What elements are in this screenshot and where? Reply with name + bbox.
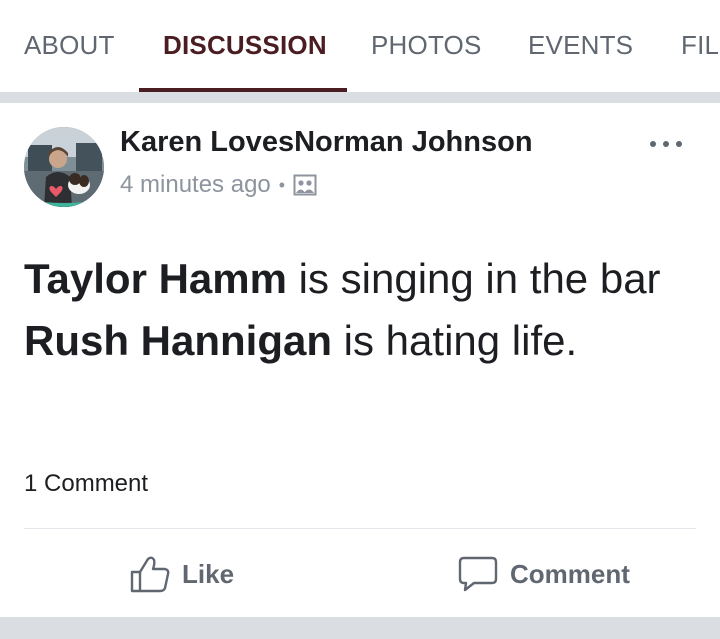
tab-events[interactable]: EVENTS xyxy=(528,30,633,61)
group-photo-icon xyxy=(293,174,317,196)
post-text-part: is hating life. xyxy=(332,317,578,364)
tab-files[interactable]: FIL xyxy=(681,30,719,61)
post-meta: 4 minutes ago • xyxy=(120,171,317,199)
meta-separator: • xyxy=(278,174,286,195)
mention-taylor-hamm[interactable]: Taylor Hamm xyxy=(24,255,287,302)
comment-count[interactable]: 1 Comment xyxy=(24,470,148,498)
mention-rush-hannigan[interactable]: Rush Hannigan xyxy=(24,317,332,364)
thumbs-up-icon xyxy=(130,555,170,593)
tab-photos[interactable]: PHOTOS xyxy=(371,30,482,61)
tab-about[interactable]: ABOUT xyxy=(24,30,115,61)
more-options-button[interactable] xyxy=(646,129,686,159)
post-text: Taylor Hamm is singing in the bar Rush H… xyxy=(24,248,684,372)
more-options-icon xyxy=(650,141,682,147)
like-button[interactable]: Like xyxy=(130,549,234,599)
post-author-name[interactable]: Karen LovesNorman Johnson xyxy=(120,126,533,159)
actions-divider xyxy=(24,528,696,529)
feed-divider xyxy=(0,617,720,639)
comment-button[interactable]: Comment xyxy=(458,549,630,599)
like-label: Like xyxy=(182,558,235,589)
avatar-photo xyxy=(24,127,104,207)
section-divider xyxy=(0,92,720,103)
tab-discussion[interactable]: DISCUSSION xyxy=(163,30,327,61)
speech-bubble-icon xyxy=(458,555,498,593)
post-timestamp[interactable]: 4 minutes ago xyxy=(120,171,271,199)
group-tab-bar: ABOUT DISCUSSION PHOTOS EVENTS FIL xyxy=(0,0,720,92)
post-card: Karen LovesNorman Johnson 4 minutes ago … xyxy=(0,103,720,617)
post-text-part: is singing in the bar xyxy=(286,255,661,302)
comment-label: Comment xyxy=(510,558,630,589)
avatar[interactable] xyxy=(24,127,104,207)
